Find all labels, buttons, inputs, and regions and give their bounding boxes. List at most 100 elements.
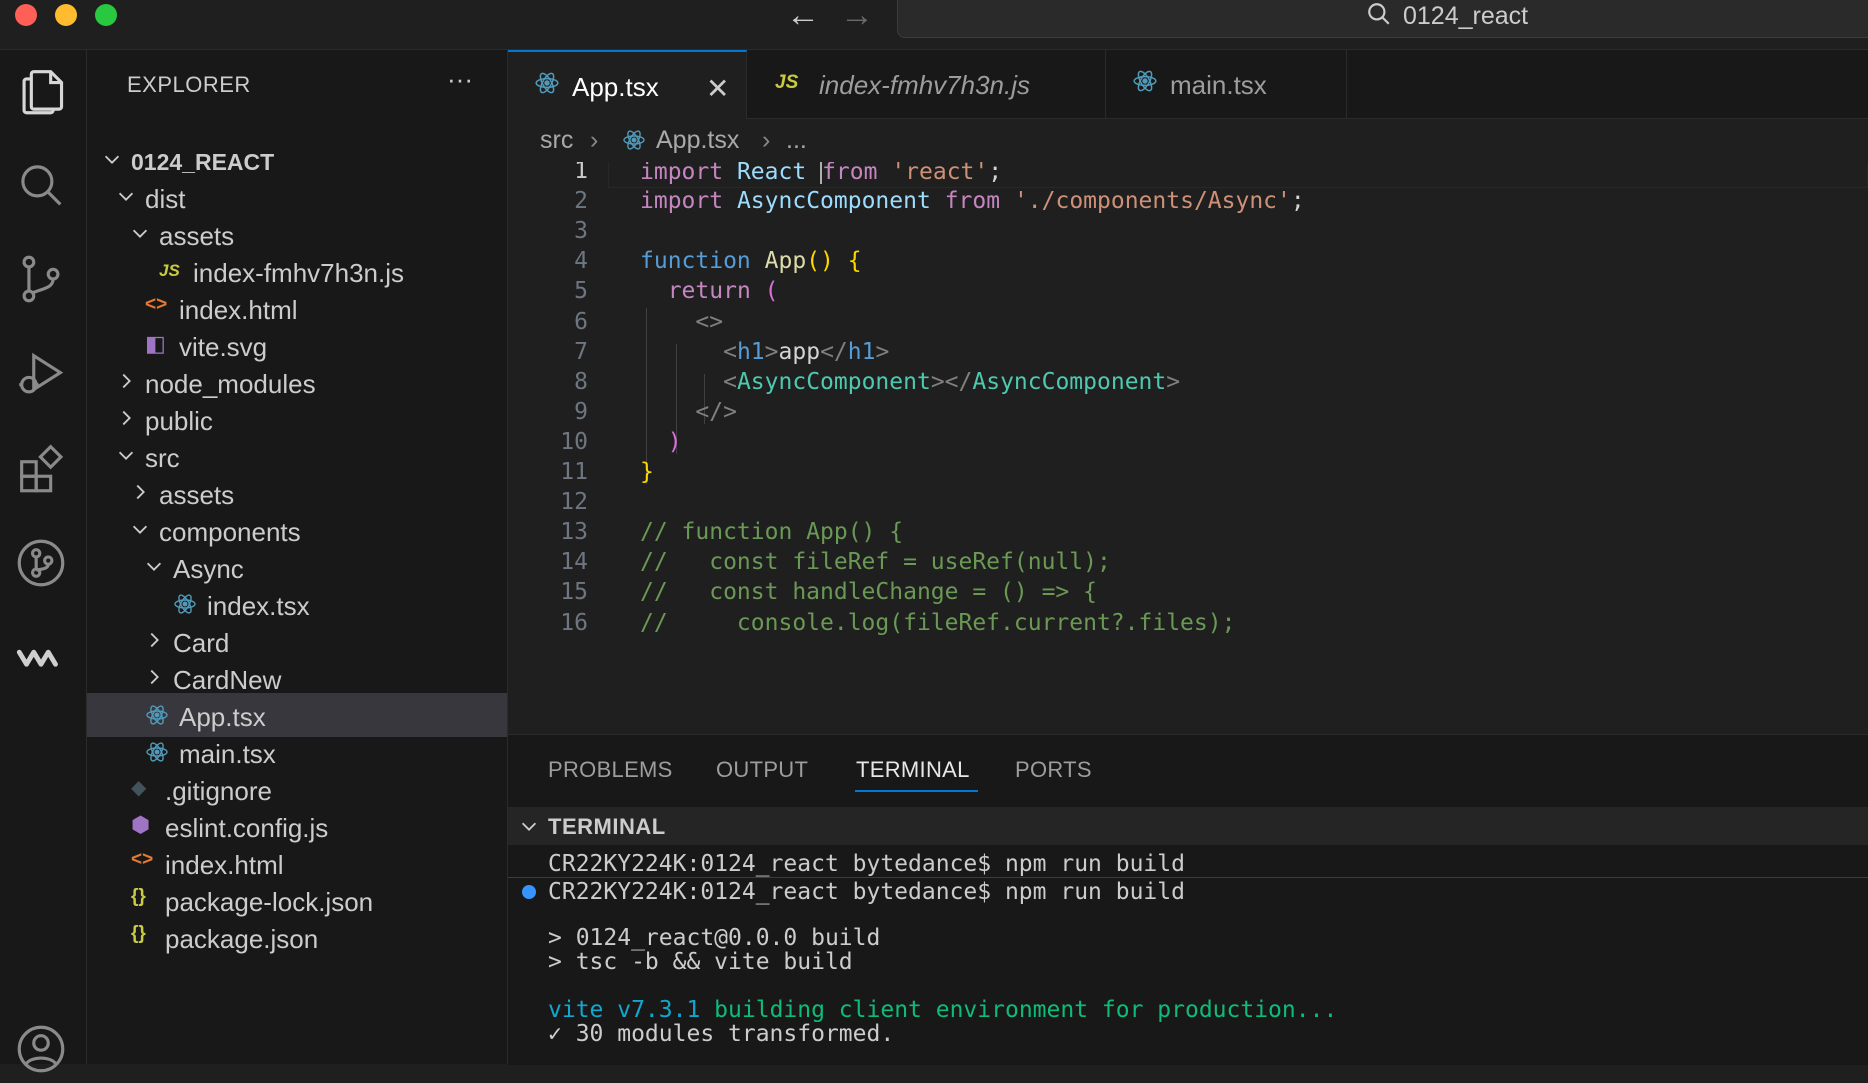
code-token: // console.log(fileRef.current?.files); bbox=[640, 609, 1236, 636]
line-number: 16 bbox=[560, 609, 588, 636]
tab-ports[interactable]: PORTS bbox=[1015, 757, 1092, 783]
code-line: 16 // console.log(fileRef.current?.files)… bbox=[508, 606, 1868, 642]
line-number: 6 bbox=[574, 308, 588, 335]
terminal-line: > tsc -b && vite build bbox=[548, 949, 853, 975]
run-debug-icon[interactable] bbox=[12, 346, 70, 404]
tree-item[interactable]: {} package.json bbox=[87, 915, 507, 959]
code-token: } bbox=[640, 459, 654, 485]
code-token: () bbox=[806, 248, 834, 275]
tab-app-tsx[interactable]: App.tsx ✕ bbox=[508, 50, 747, 119]
tree-item-label: public bbox=[145, 406, 213, 436]
tree-item-label: Card bbox=[173, 628, 230, 658]
explorer-files-icon[interactable] bbox=[12, 62, 70, 120]
code-text: </> bbox=[640, 399, 737, 425]
terminal-section-header[interactable]: TERMINAL bbox=[508, 807, 1868, 845]
code-token: ; bbox=[988, 162, 1003, 185]
chevron-right-icon bbox=[143, 629, 165, 651]
code-token: return bbox=[667, 278, 751, 305]
code-text: <AsyncComponent></AsyncComponent> bbox=[640, 369, 1180, 395]
search-icon bbox=[1368, 3, 1390, 25]
title-bar: ← → 0124_react bbox=[0, 0, 1868, 50]
account-icon[interactable] bbox=[12, 1020, 70, 1078]
git-graph-icon[interactable] bbox=[12, 534, 70, 592]
terminal-output[interactable]: CR22KY224K:0124_react bytedance$ npm run… bbox=[508, 847, 1868, 1067]
tree-item-label: components bbox=[159, 517, 301, 547]
breadcrumb-folder[interactable]: src bbox=[540, 126, 573, 155]
tree-item-label: dist bbox=[145, 184, 186, 214]
code-token: // function App() { bbox=[640, 519, 904, 546]
tab-problems[interactable]: PROBLEMS bbox=[548, 757, 673, 783]
code-token: ) bbox=[667, 428, 682, 455]
wave-extension-icon[interactable] bbox=[12, 628, 70, 686]
line-number: 2 bbox=[574, 188, 588, 215]
tab-main-tsx[interactable]: main.tsx bbox=[1106, 50, 1347, 118]
code-text: <h1>app</h1> bbox=[640, 339, 889, 365]
extensions-icon[interactable] bbox=[12, 440, 70, 498]
code-token: > bbox=[1166, 368, 1181, 395]
code-token: from bbox=[822, 162, 878, 185]
minimize-window-button[interactable] bbox=[55, 4, 77, 26]
line-number: 4 bbox=[574, 248, 588, 275]
tree-item-label: assets bbox=[159, 221, 235, 251]
code-token: AsyncComponent bbox=[736, 188, 931, 215]
code-text: // console.log(fileRef.current?.files); bbox=[640, 610, 1235, 636]
code-token: './components/Async' bbox=[1013, 188, 1291, 215]
chevron-right-icon bbox=[115, 370, 137, 392]
tab-output[interactable]: OUTPUT bbox=[716, 757, 808, 783]
chevron-down-icon bbox=[129, 518, 151, 540]
close-tab-icon[interactable]: ✕ bbox=[706, 72, 729, 105]
line-number: 5 bbox=[574, 278, 588, 305]
tree-item-label: node_modules bbox=[145, 369, 316, 399]
react-icon bbox=[622, 128, 646, 159]
code-token: < bbox=[723, 368, 737, 395]
tab-terminal[interactable]: TERMINAL bbox=[856, 757, 970, 783]
code-token: { bbox=[847, 248, 862, 275]
svg-file-icon: ◧ bbox=[145, 331, 166, 356]
code-token: ( bbox=[764, 278, 779, 305]
tree-item-label: App.tsx bbox=[179, 702, 266, 732]
line-number: 15 bbox=[560, 579, 588, 606]
zoom-window-button[interactable] bbox=[95, 4, 117, 26]
breadcrumb-symbols[interactable]: ... bbox=[786, 126, 807, 155]
breadcrumb-file[interactable]: App.tsx bbox=[656, 126, 739, 155]
line-number: 14 bbox=[560, 549, 588, 576]
react-icon bbox=[145, 703, 169, 733]
tree-item-label: index-fmhv7h3n.js bbox=[193, 258, 404, 288]
chevron-down-icon bbox=[143, 555, 165, 577]
eslint-file-icon: ⬢ bbox=[131, 812, 151, 837]
tree-item-label: 0124_REACT bbox=[131, 149, 275, 175]
html-file-icon: <> bbox=[131, 849, 154, 870]
code-token: <> bbox=[695, 308, 724, 335]
back-arrow-icon[interactable]: ← bbox=[786, 0, 820, 32]
code-editor[interactable]: 1 import React from 'react'; 2 import Async… bbox=[508, 162, 1868, 732]
command-center-search[interactable]: 0124_react bbox=[897, 0, 1868, 38]
forward-arrow-icon[interactable]: → bbox=[840, 0, 874, 32]
code-text: // function App() { bbox=[640, 519, 903, 545]
command-status-dot[interactable] bbox=[522, 885, 536, 899]
tree-item-label: Async bbox=[173, 554, 244, 584]
chevron-right-icon: › bbox=[762, 126, 771, 154]
tree-item-label: package.json bbox=[165, 924, 319, 954]
chevron-right-icon bbox=[129, 481, 151, 503]
explorer-sidebar: EXPLORER ··· 0124_REACT dist assets JS index… bbox=[87, 50, 508, 1064]
chevron-down-icon bbox=[115, 185, 137, 207]
code-token: 'react' bbox=[891, 162, 989, 185]
line-number: 1 bbox=[574, 162, 588, 184]
line-number: 3 bbox=[574, 218, 588, 245]
search-icon[interactable] bbox=[12, 156, 70, 214]
more-actions-icon[interactable]: ··· bbox=[447, 64, 473, 95]
chevron-down-icon bbox=[115, 444, 137, 466]
close-window-button[interactable] bbox=[15, 4, 37, 26]
code-token: ></ bbox=[930, 368, 973, 395]
tab-label: index-fmhv7h3n.js bbox=[819, 70, 1030, 100]
code-text: ) bbox=[640, 429, 682, 455]
tab-index-js[interactable]: JS index-fmhv7h3n.js bbox=[747, 50, 1106, 118]
editor-tabs: App.tsx ✕ JS index-fmhv7h3n.js main.tsx bbox=[508, 50, 1868, 119]
source-control-icon[interactable] bbox=[12, 250, 70, 308]
